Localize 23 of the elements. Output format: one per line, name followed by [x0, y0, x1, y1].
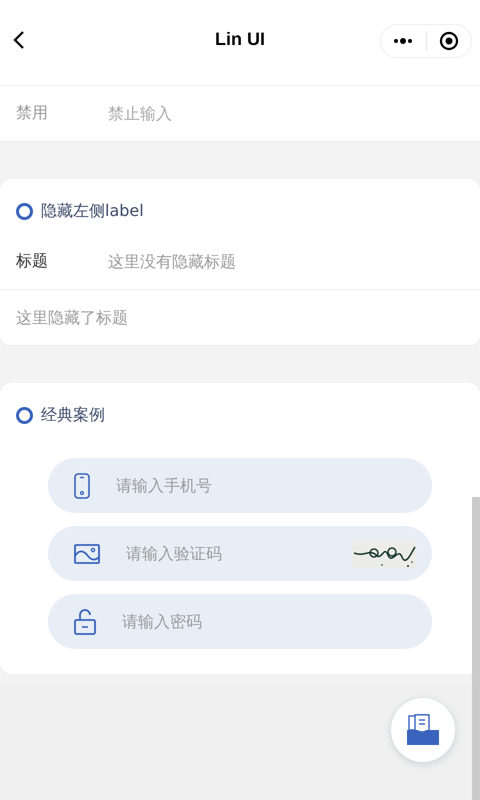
input-field[interactable]: 这里隐藏了标题 [16, 306, 464, 330]
image-icon [74, 544, 100, 564]
section-title: 经典案例 [41, 405, 105, 426]
form-row[interactable]: 标题 这里没有隐藏标题 [0, 234, 480, 290]
form-row[interactable]: 这里隐藏了标题 [0, 290, 480, 346]
section-title: 隐藏左侧label [41, 201, 144, 222]
field-label: 标题 [16, 251, 49, 272]
page-title: Lin UI [215, 29, 265, 50]
field-label: 禁用 [16, 103, 49, 124]
text-input[interactable]: 请输入验证码 [126, 542, 326, 566]
close-icon[interactable] [438, 31, 459, 51]
ring-icon [16, 407, 33, 424]
phone-icon [74, 472, 90, 498]
input-field[interactable]: 请输入验证码 [48, 526, 432, 581]
input-field[interactable]: 这里没有隐藏标题 [108, 250, 464, 274]
input-field[interactable]: 请输入密码 [48, 594, 432, 649]
ring-icon [16, 203, 33, 220]
inbox-icon [406, 714, 440, 746]
text-input[interactable]: 请输入密码 [122, 610, 416, 634]
more-icon[interactable] [393, 37, 414, 45]
input-field[interactable]: 请输入手机号 [48, 458, 432, 513]
text-input[interactable]: 请输入手机号 [116, 474, 416, 498]
unlock-icon [74, 608, 96, 634]
